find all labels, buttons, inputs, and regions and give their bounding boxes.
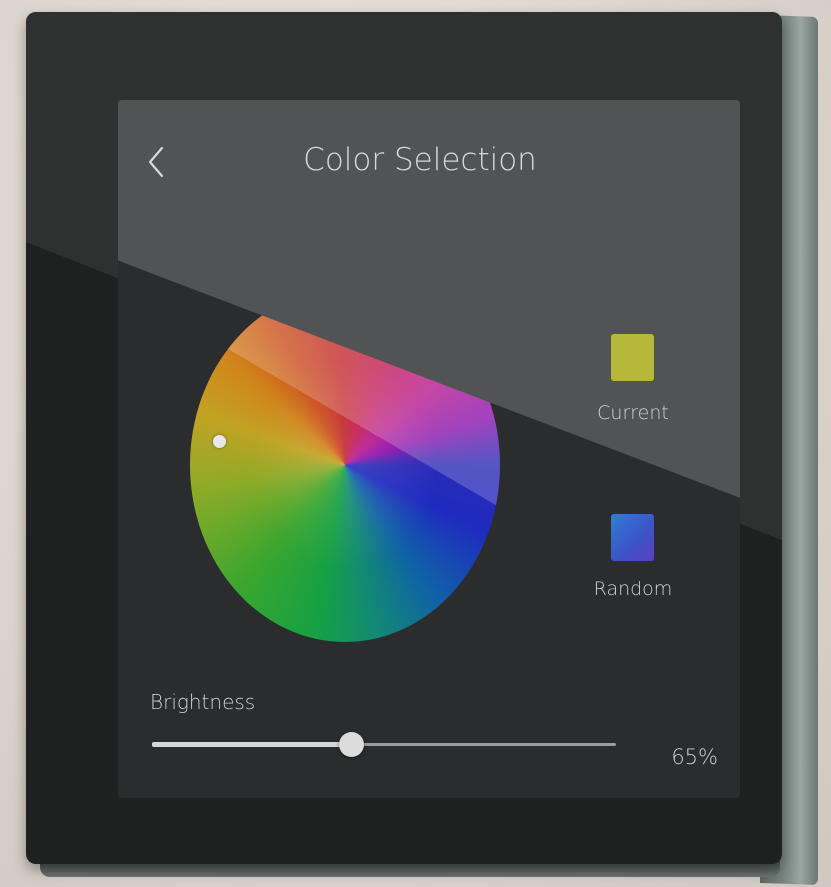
brightness-slider-fill [152,742,352,747]
brightness-slider[interactable] [152,732,616,757]
random-color-label: Random [593,578,673,600]
wheel-glare [190,288,500,508]
device-panel: Color Selection Current Random Brightnes… [26,12,782,864]
color-wheel[interactable] [190,288,500,642]
random-color-swatch[interactable] [611,514,654,561]
brightness-label: Brightness [150,690,256,714]
touch-screen: Color Selection Current Random Brightnes… [118,100,740,798]
current-color-label: Current [597,402,669,424]
brightness-value: 65% [671,745,718,769]
current-color-swatch[interactable] [611,334,654,381]
color-picker-handle[interactable] [213,435,226,448]
page-title: Color Selection [303,142,537,178]
brightness-slider-thumb[interactable] [339,732,365,757]
